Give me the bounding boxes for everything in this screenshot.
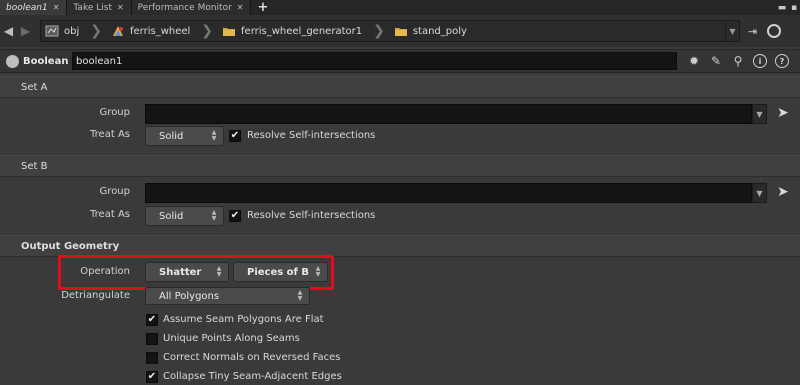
tab-take-list[interactable]: Take List ✕ bbox=[67, 0, 132, 15]
pane-tab-strip: boolean1 ✕ Take List ✕ Performance Monit… bbox=[0, 0, 800, 15]
brush-icon[interactable]: ✎ bbox=[709, 54, 723, 68]
set-a-group-input[interactable] bbox=[145, 104, 752, 124]
breadcrumb-ferris-wheel[interactable]: ferris_wheel ❯ bbox=[107, 20, 218, 42]
chevron-down-icon[interactable]: ▼ bbox=[752, 183, 767, 203]
select-arrow-icon[interactable]: ➤ bbox=[777, 184, 789, 200]
option-label: Assume Seam Polygons Are Flat bbox=[163, 314, 324, 325]
chevron-right-icon: ❯ bbox=[201, 23, 214, 39]
group-label: Group bbox=[99, 186, 130, 197]
close-icon[interactable]: ✕ bbox=[237, 3, 244, 12]
tab-performance-monitor[interactable]: Performance Monitor ✕ bbox=[131, 0, 252, 15]
breadcrumb: obj ❯ ferris_wheel ❯ ferris_wheel_genera… bbox=[40, 20, 740, 42]
section-output-geometry[interactable]: Output Geometry bbox=[0, 235, 800, 257]
add-tab-icon[interactable]: + bbox=[251, 0, 274, 15]
collapse-edges-checkbox[interactable]: ✔ bbox=[146, 371, 158, 383]
option-label: Collapse Tiny Seam-Adjacent Edges bbox=[163, 371, 342, 382]
breadcrumb-label: obj bbox=[64, 25, 80, 37]
section-set-b[interactable]: Set B bbox=[0, 155, 800, 177]
header-icon-group: ✹ ✎ ⚲ i ? bbox=[687, 54, 789, 68]
gear-icon[interactable]: ✹ bbox=[687, 54, 701, 68]
network-icon bbox=[45, 25, 59, 37]
breadcrumb-stand-poly[interactable]: stand_poly bbox=[390, 20, 472, 42]
back-arrow-icon[interactable]: ◀ bbox=[0, 21, 17, 41]
info-icon[interactable]: i bbox=[753, 54, 767, 68]
chevron-right-icon: ❯ bbox=[373, 23, 385, 39]
pin-icon[interactable]: ⇥ bbox=[748, 25, 757, 38]
magnifier-icon[interactable]: ⚲ bbox=[731, 54, 745, 68]
select-arrow-icon[interactable]: ➤ bbox=[777, 105, 789, 121]
chevron-down-icon[interactable]: ▼ bbox=[752, 104, 767, 124]
resolve-label: Resolve Self-intersections bbox=[247, 130, 376, 141]
menu-value: Solid bbox=[159, 130, 184, 142]
assume-flat-checkbox[interactable]: ✔ bbox=[146, 314, 158, 326]
node-header: Boolean boolean1 ✹ ✎ ⚲ i ? bbox=[0, 49, 800, 73]
option-row: ✔ Collapse Tiny Seam-Adjacent Edges bbox=[0, 367, 800, 385]
subnet-folder-icon bbox=[394, 28, 407, 36]
menu-value: All Polygons bbox=[159, 290, 220, 302]
tab-boolean1[interactable]: boolean1 ✕ bbox=[0, 0, 68, 15]
detriangulate-menu[interactable]: All Polygons ▲ ▼ bbox=[145, 287, 310, 305]
help-icon[interactable] bbox=[767, 24, 782, 38]
option-label: Unique Points Along Seams bbox=[163, 333, 300, 344]
breadcrumb-ferris-wheel-generator1[interactable]: ferris_wheel_generator1 ❯ bbox=[218, 20, 390, 42]
correct-normals-checkbox[interactable] bbox=[146, 352, 158, 364]
geometry-object-icon bbox=[112, 26, 123, 36]
breadcrumb-label: ferris_wheel bbox=[129, 25, 191, 37]
pane-options-icon[interactable]: ▪ bbox=[788, 0, 800, 15]
question-icon[interactable]: ? bbox=[775, 54, 789, 68]
treat-as-label: Treat As bbox=[90, 129, 130, 140]
up-down-icon: ▲ ▼ bbox=[211, 209, 217, 222]
breadcrumb-label: ferris_wheel_generator1 bbox=[241, 25, 363, 37]
section-set-a[interactable]: Set A bbox=[0, 76, 800, 98]
forward-arrow-icon[interactable]: ▶ bbox=[17, 21, 34, 41]
set-b-treat-as-row: Treat As Solid ▲ ▼ ✔ Resolve Self-interse… bbox=[0, 205, 800, 226]
subnet-folder-icon bbox=[223, 28, 236, 36]
set-b-treat-as-menu[interactable]: Solid ▲ ▼ bbox=[145, 206, 224, 226]
close-icon[interactable]: ✕ bbox=[117, 3, 124, 12]
treat-as-label: Treat As bbox=[90, 209, 130, 220]
up-down-icon: ▲ ▼ bbox=[297, 289, 303, 302]
set-b-resolve-checkbox[interactable]: ✔ bbox=[229, 210, 241, 222]
option-row: Correct Normals on Reversed Faces bbox=[0, 349, 800, 369]
set-b-group-row: Group ▼ ➤ bbox=[0, 182, 800, 203]
menu-value: Solid bbox=[159, 210, 184, 222]
option-row: ✔ Assume Seam Polygons Are Flat bbox=[0, 310, 800, 330]
set-a-group-row: Group ▼ ➤ bbox=[0, 103, 800, 124]
breadcrumb-obj[interactable]: obj ❯ bbox=[41, 20, 107, 42]
pane-menu-icon[interactable]: ▬ bbox=[776, 0, 788, 15]
group-label: Group bbox=[99, 107, 130, 118]
tab-strip-spacer bbox=[274, 0, 776, 15]
set-a-resolve-checkbox[interactable]: ✔ bbox=[229, 130, 241, 142]
chevron-down-icon[interactable]: ▼ bbox=[725, 21, 739, 41]
detriangulate-row: Detriangulate All Polygons ▲ ▼ bbox=[0, 286, 800, 306]
tab-label: boolean1 bbox=[6, 2, 48, 13]
option-row: Unique Points Along Seams bbox=[0, 330, 800, 350]
set-b-group-input[interactable] bbox=[145, 183, 752, 203]
boolean-node-icon bbox=[6, 54, 19, 68]
network-path-bar: ◀ ▶ obj ❯ ferris_wheel ❯ ferris_wheel_ge… bbox=[0, 15, 800, 47]
option-label: Correct Normals on Reversed Faces bbox=[163, 352, 341, 363]
close-icon[interactable]: ✕ bbox=[53, 3, 60, 12]
breadcrumb-label: stand_poly bbox=[412, 25, 467, 37]
tab-label: Take List bbox=[73, 2, 112, 13]
node-name-field[interactable]: boolean1 bbox=[72, 52, 677, 70]
unique-points-checkbox[interactable] bbox=[146, 333, 158, 345]
up-down-icon: ▲ ▼ bbox=[211, 129, 217, 142]
tab-label: Performance Monitor bbox=[137, 2, 232, 13]
node-type-label: Boolean bbox=[23, 55, 69, 67]
set-a-treat-as-menu[interactable]: Solid ▲ ▼ bbox=[145, 126, 224, 146]
detriangulate-label: Detriangulate bbox=[61, 290, 130, 301]
highlight-box bbox=[58, 255, 334, 290]
set-a-treat-as-row: Treat As Solid ▲ ▼ ✔ Resolve Self-interse… bbox=[0, 125, 800, 146]
chevron-right-icon: ❯ bbox=[90, 23, 102, 39]
node-type: Boolean bbox=[0, 54, 72, 68]
resolve-label: Resolve Self-intersections bbox=[247, 210, 376, 221]
